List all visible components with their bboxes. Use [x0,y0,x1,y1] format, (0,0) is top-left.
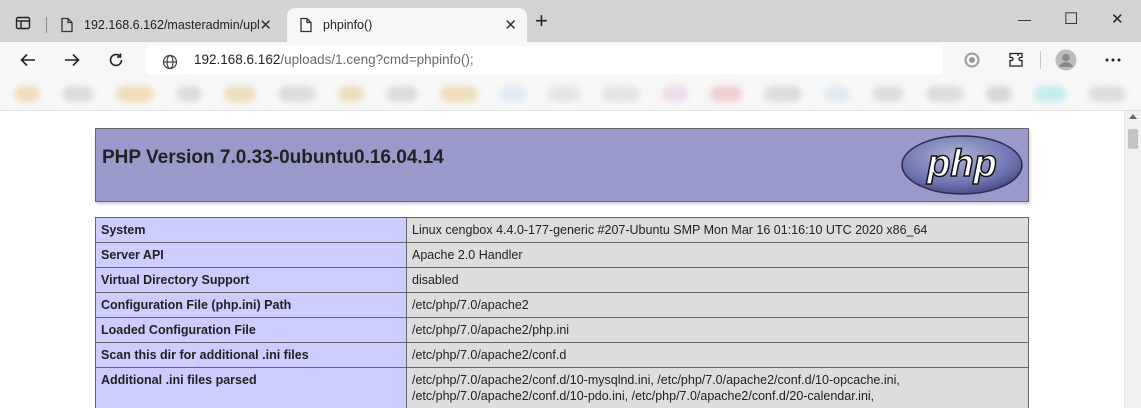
row-value: Apache 2.0 Handler [406,242,1029,268]
bookmark-item[interactable] [1034,86,1066,102]
refresh-icon[interactable] [105,49,127,71]
bookmark-item[interactable] [176,86,202,102]
row-value: /etc/php/7.0/apache2 [406,292,1029,318]
row-value: Linux cengbox 4.4.0-177-generic #207-Ubu… [406,217,1029,243]
bookmark-item[interactable] [926,86,964,102]
bookmark-item[interactable] [224,86,256,102]
bookmark-item[interactable] [278,86,316,102]
row-key: Configuration File (php.ini) Path [95,292,407,318]
bookmark-item[interactable] [986,86,1012,102]
row-key: Virtual Directory Support [95,267,407,293]
table-row: System Linux cengbox 4.4.0-177-generic #2… [95,217,1029,243]
bookmark-item[interactable] [386,86,418,102]
tab-phpinfo[interactable]: phpinfo() ✕ [287,8,527,42]
row-value: /etc/php/7.0/apache2/conf.d/10-mysqlnd.i… [406,367,1029,408]
page-title: PHP Version 7.0.33-0ubuntu0.16.04.14 [102,147,444,168]
bookmark-item[interactable] [824,86,850,102]
bookmark-item[interactable] [872,86,904,102]
bookmark-item[interactable] [602,86,640,102]
page-icon [300,17,312,33]
url-text: 192.168.6.162/uploads/1.ceng?cmd=phpinfo… [194,46,474,74]
forward-icon[interactable] [61,49,83,71]
new-tab-button[interactable]: + [535,10,548,32]
bookmark-item[interactable] [440,86,478,102]
toolbar: 192.168.6.162/uploads/1.ceng?cmd=phpinfo… [0,42,1141,78]
tab-separator [46,17,47,33]
page-content: PHP Version 7.0.33-0ubuntu0.16.04.14 php… [0,111,1124,408]
bookmark-item[interactable] [1088,86,1126,102]
row-value: /etc/php/7.0/apache2/php.ini [406,317,1029,343]
row-value: /etc/php/7.0/apache2/conf.d [406,342,1029,368]
bookmark-item[interactable] [662,86,688,102]
scrollbar-thumb[interactable] [1128,129,1138,149]
page-icon [61,17,73,33]
row-key: Scan this dir for additional .ini files [95,342,407,368]
vertical-scrollbar[interactable] [1124,111,1141,408]
url-host: 192.168.6.162 [194,52,281,67]
table-row: Loaded Configuration File/etc/php/7.0/ap… [95,317,1029,343]
bookmark-item[interactable] [710,86,742,102]
table-row: Additional .ini files parsed/etc/php/7.0… [95,367,1029,408]
table-row: Server API Apache 2.0 Handler [95,242,1029,268]
bookmark-item[interactable] [116,86,154,102]
bookmark-item[interactable] [62,86,94,102]
scroll-up-icon[interactable] [1129,114,1137,119]
php-logo[interactable]: php [900,134,1024,201]
tab-masteradmin[interactable]: 192.168.6.162/masteradmin/uplo ✕ [48,8,282,42]
extensions-icon[interactable] [1005,49,1027,71]
phpinfo-table: System Linux cengbox 4.4.0-177-generic #2… [95,217,1029,408]
php-logo-text: php [926,143,997,185]
toolbar-divider [1040,51,1041,69]
bookmark-item[interactable] [548,86,580,102]
row-key: Server API [95,242,407,268]
close-tab-icon[interactable]: ✕ [504,16,517,34]
php-version-header: PHP Version 7.0.33-0ubuntu0.16.04.14 php [95,128,1029,202]
close-tab-icon[interactable]: ✕ [259,16,272,34]
row-value: disabled [406,267,1029,293]
bookmark-item[interactable] [764,86,802,102]
row-key: Loaded Configuration File [95,317,407,343]
record-icon[interactable] [961,49,983,71]
bookmark-item[interactable] [500,86,526,102]
row-key: System [95,217,407,243]
table-row: Configuration File (php.ini) Path/etc/ph… [95,292,1029,318]
back-icon[interactable] [17,49,39,71]
bookmark-item[interactable] [338,86,364,102]
tab-title: 192.168.6.162/masteradmin/uplo [84,18,259,32]
close-window-button[interactable]: ✕ [1111,10,1124,28]
address-bar[interactable]: 192.168.6.162/uploads/1.ceng?cmd=phpinfo… [146,46,943,74]
row-key: Additional .ini files parsed [95,367,407,408]
profile-icon[interactable] [1055,49,1077,71]
bookmark-item[interactable] [14,86,40,102]
url-path: /uploads/1.ceng?cmd=phpinfo(); [280,52,474,67]
table-row: Scan this dir for additional .ini files /… [95,342,1029,368]
tab-strip: 192.168.6.162/masteradmin/uplo ✕ phpinfo… [0,0,1141,42]
site-info-icon[interactable] [162,52,178,80]
minimize-button[interactable]: — [1018,12,1031,27]
maximize-button[interactable]: ☐ [1064,9,1078,29]
tab-actions-icon[interactable] [13,13,33,33]
table-row: Virtual Directory Support disabled [95,267,1029,293]
bookmarks-bar [0,78,1141,111]
more-icon[interactable] [1102,49,1124,71]
tab-title: phpinfo() [323,18,373,32]
